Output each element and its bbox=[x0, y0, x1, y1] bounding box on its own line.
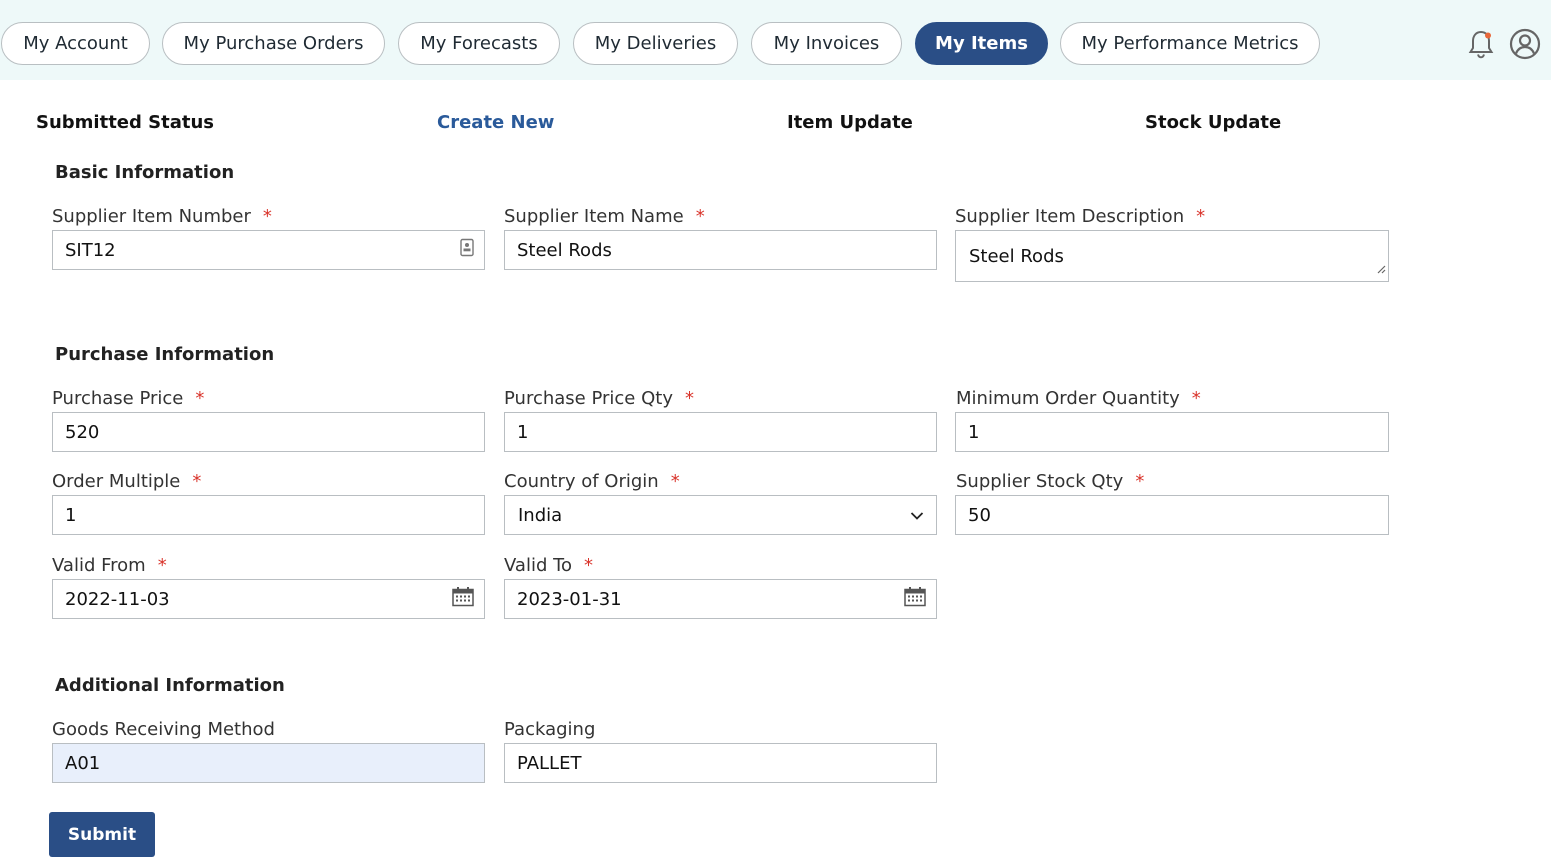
subtab-create-new[interactable]: Create New bbox=[437, 112, 554, 133]
supplier-item-number-value: SIT12 bbox=[65, 239, 116, 261]
top-nav-bar: My Account My Purchase Orders My Forecas… bbox=[0, 0, 1551, 80]
order-multiple-field[interactable]: 1 bbox=[52, 495, 485, 535]
valid-to-label: Valid To * bbox=[504, 555, 594, 576]
calendar-icon[interactable] bbox=[452, 587, 474, 612]
tab-my-account[interactable]: My Account bbox=[1, 22, 150, 65]
order-multiple-value: 1 bbox=[65, 504, 77, 526]
goods-receiving-method-label: Goods Receiving Method bbox=[52, 719, 275, 740]
country-of-origin-select[interactable]: India bbox=[504, 495, 937, 535]
supplier-stock-qty-label: Supplier Stock Qty * bbox=[956, 471, 1145, 492]
supplier-item-number-field[interactable]: SIT12 bbox=[52, 230, 485, 270]
valid-from-date-field[interactable]: 2022-11-03 bbox=[52, 579, 485, 619]
country-of-origin-value: India bbox=[518, 504, 563, 526]
subtab-item-update[interactable]: Item Update bbox=[787, 112, 913, 133]
purchase-price-label: Purchase Price * bbox=[52, 388, 205, 409]
contact-card-icon[interactable] bbox=[460, 238, 474, 262]
supplier-item-description-textarea[interactable]: Steel Rods bbox=[955, 230, 1389, 282]
valid-to-value: 2023-01-31 bbox=[517, 588, 622, 610]
user-profile-icon[interactable] bbox=[1509, 28, 1541, 60]
section-title-additional-information: Additional Information bbox=[55, 675, 285, 696]
subtab-submitted-status[interactable]: Submitted Status bbox=[36, 112, 214, 133]
supplier-item-name-field[interactable]: Steel Rods bbox=[504, 230, 937, 270]
tab-my-deliveries[interactable]: My Deliveries bbox=[573, 22, 738, 65]
subtab-stock-update[interactable]: Stock Update bbox=[1145, 112, 1281, 133]
purchase-price-qty-field[interactable]: 1 bbox=[504, 412, 937, 452]
tab-my-performance-metrics[interactable]: My Performance Metrics bbox=[1060, 22, 1320, 65]
bell-icon[interactable] bbox=[1466, 28, 1496, 60]
packaging-value: PALLET bbox=[517, 752, 582, 774]
valid-from-value: 2022-11-03 bbox=[65, 588, 170, 610]
goods-receiving-method-field[interactable]: A01 bbox=[52, 743, 485, 783]
purchase-price-value: 520 bbox=[65, 421, 100, 443]
submit-button[interactable]: Submit bbox=[49, 812, 155, 857]
minimum-order-quantity-value: 1 bbox=[968, 421, 980, 443]
supplier-item-number-label: Supplier Item Number * bbox=[52, 206, 272, 227]
section-title-purchase-information: Purchase Information bbox=[55, 344, 275, 365]
purchase-price-qty-value: 1 bbox=[517, 421, 529, 443]
tab-my-invoices[interactable]: My Invoices bbox=[751, 22, 902, 65]
supplier-item-description-label: Supplier Item Description * bbox=[955, 206, 1206, 227]
supplier-item-description-value: Steel Rods bbox=[969, 245, 1064, 267]
section-title-basic-information: Basic Information bbox=[55, 162, 235, 183]
supplier-stock-qty-value: 50 bbox=[968, 504, 991, 526]
minimum-order-quantity-label: Minimum Order Quantity * bbox=[956, 388, 1201, 409]
purchase-price-qty-label: Purchase Price Qty * bbox=[504, 388, 694, 409]
packaging-label: Packaging bbox=[504, 719, 596, 740]
calendar-icon[interactable] bbox=[904, 587, 926, 612]
valid-from-label: Valid From * bbox=[52, 555, 167, 576]
tab-my-forecasts[interactable]: My Forecasts bbox=[398, 22, 560, 65]
tab-my-purchase-orders[interactable]: My Purchase Orders bbox=[162, 22, 385, 65]
tab-my-items[interactable]: My Items bbox=[915, 22, 1048, 65]
country-of-origin-label: Country of Origin * bbox=[504, 471, 680, 492]
supplier-stock-qty-field[interactable]: 50 bbox=[955, 495, 1389, 535]
resize-handle-icon[interactable] bbox=[1376, 258, 1386, 279]
packaging-field[interactable]: PALLET bbox=[504, 743, 937, 783]
supplier-item-name-label: Supplier Item Name * bbox=[504, 206, 705, 227]
valid-to-date-field[interactable]: 2023-01-31 bbox=[504, 579, 937, 619]
supplier-item-name-value: Steel Rods bbox=[517, 239, 612, 261]
purchase-price-field[interactable]: 520 bbox=[52, 412, 485, 452]
goods-receiving-method-value: A01 bbox=[65, 752, 101, 774]
minimum-order-quantity-field[interactable]: 1 bbox=[955, 412, 1389, 452]
order-multiple-label: Order Multiple * bbox=[52, 471, 202, 492]
chevron-down-icon[interactable] bbox=[910, 505, 924, 526]
